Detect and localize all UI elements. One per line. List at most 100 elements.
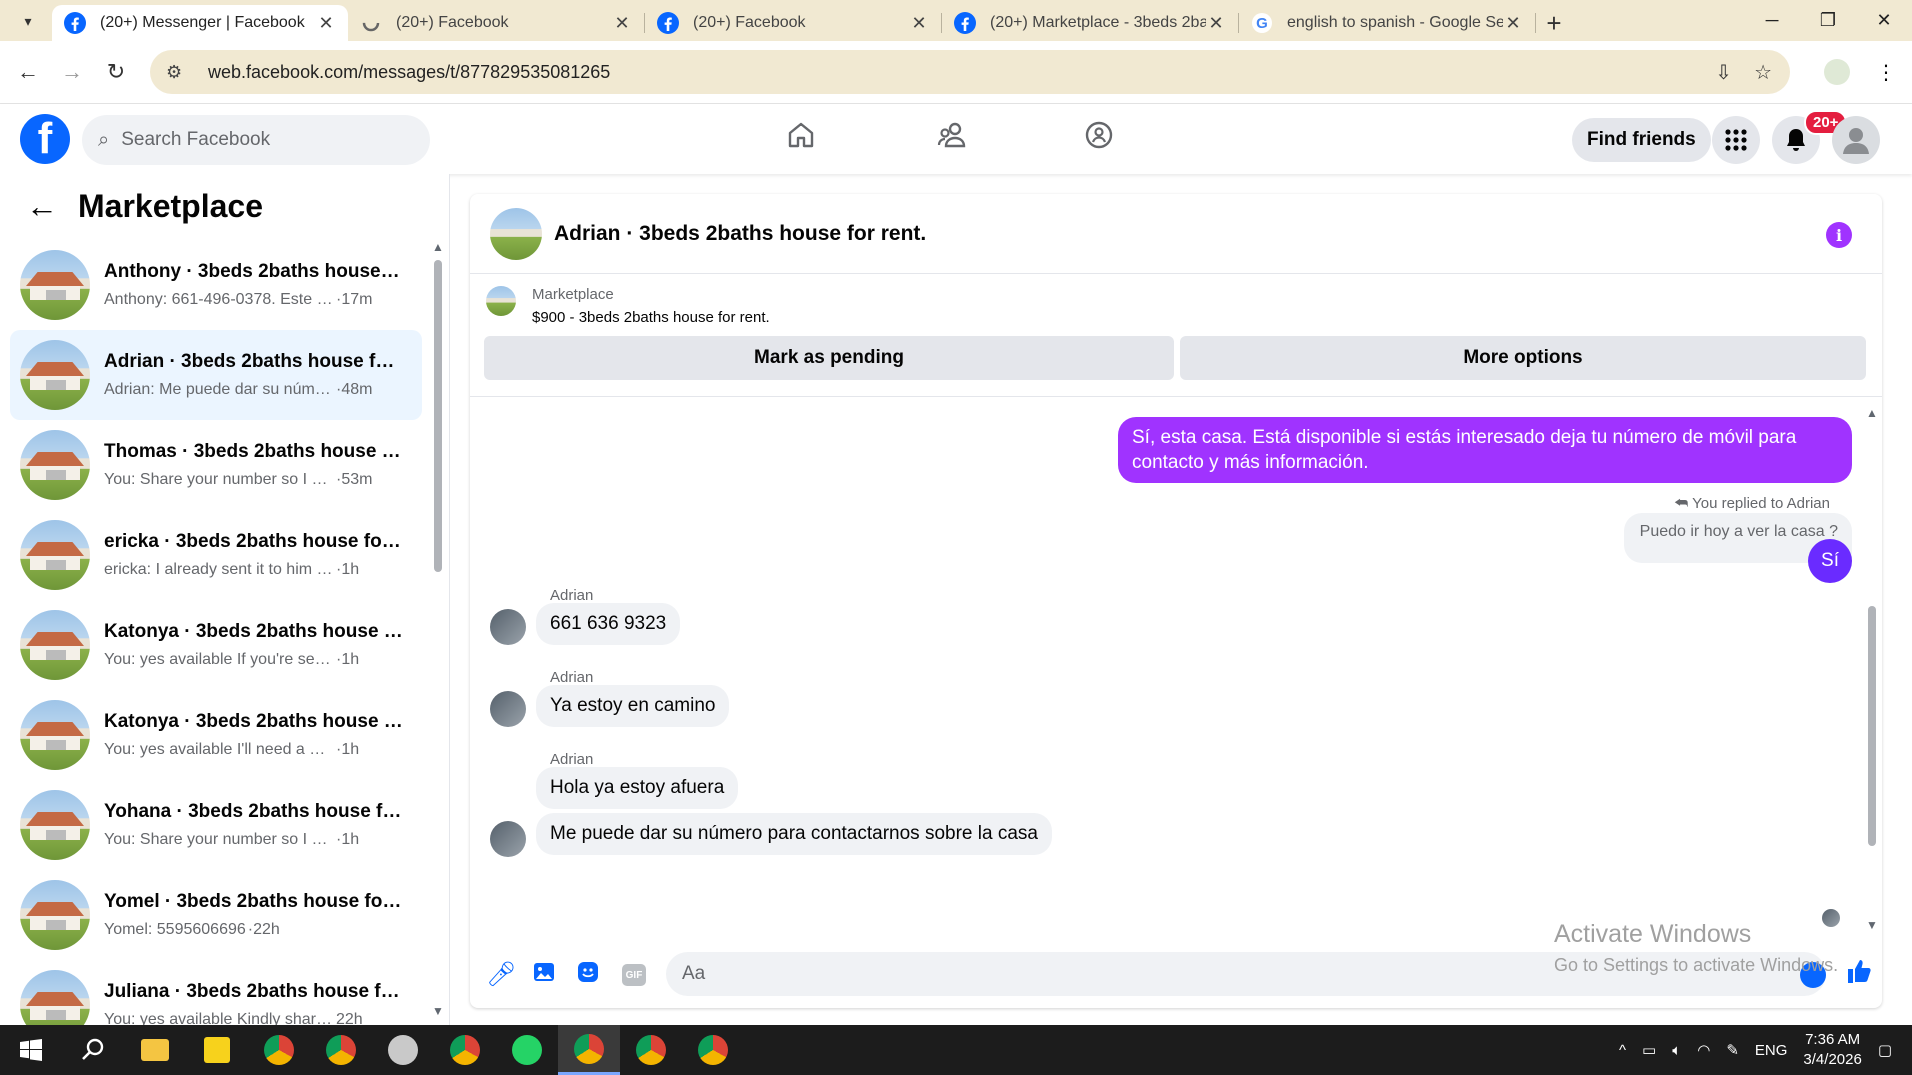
tab-close-icon[interactable]: ✕ [612, 13, 632, 34]
chrome-profile-icon[interactable] [682, 1025, 744, 1075]
thumbs-up-icon[interactable] [1844, 956, 1874, 986]
tab-close-icon[interactable]: ✕ [1206, 13, 1226, 34]
photo-icon[interactable] [532, 960, 556, 984]
tab-close-icon[interactable]: ✕ [316, 13, 336, 34]
mark-as-pending-button[interactable]: Mark as pending [484, 336, 1174, 380]
chrome-profile-icon[interactable] [434, 1025, 496, 1075]
language-indicator[interactable]: ENG [1755, 1042, 1788, 1059]
conversation-scrollbar[interactable]: ▲ ▼ [432, 240, 444, 1018]
friends-icon[interactable] [936, 120, 968, 150]
conversation-name: Anthony · 3beds 2baths house f... [104, 261, 404, 282]
info-icon[interactable]: i [1826, 222, 1852, 248]
tab-messenger[interactable]: (20+) Messenger | Facebook ✕ [52, 5, 348, 41]
scroll-down-arrow-icon[interactable]: ▼ [1866, 918, 1878, 932]
conversation-item[interactable]: Katonya · 3beds 2baths house f... You: ye… [10, 690, 422, 780]
whatsapp-icon[interactable] [496, 1025, 558, 1075]
listing-title[interactable]: $900 - 3beds 2baths house for rent. [532, 309, 770, 326]
search-placeholder: Search Facebook [121, 129, 271, 150]
conversation-text: Juliana · 3beds 2baths house for... You: … [104, 981, 422, 1029]
close-window-icon[interactable]: ✕ [1856, 0, 1912, 40]
minimize-icon[interactable]: ─ [1744, 0, 1800, 40]
conversation-item[interactable]: Yomel · 3beds 2baths house for ... Yomel:… [10, 870, 422, 960]
scroll-up-arrow-icon[interactable]: ▲ [1866, 406, 1878, 420]
menu-grid-icon[interactable] [1712, 116, 1760, 164]
profile-avatar-icon[interactable] [1824, 59, 1850, 85]
volume-icon[interactable]: 🔈︎ [1672, 1042, 1681, 1059]
sender-avatar[interactable] [490, 821, 526, 857]
tab-marketplace[interactable]: (20+) Marketplace - 3beds 2ba ✕ [942, 5, 1238, 41]
microphone-icon[interactable]: 🎤︎ [486, 960, 516, 989]
incoming-message[interactable]: Me puede dar su número para contactarnos… [536, 813, 1052, 855]
thread-scrollbar[interactable]: ▲ ▼ [1866, 406, 1878, 932]
new-tab-plus-icon[interactable]: + [1536, 5, 1572, 41]
notification-center-icon[interactable]: ▢ [1878, 1041, 1892, 1059]
incoming-message[interactable]: Ya estoy en camino [536, 685, 730, 727]
url-text: web.facebook.com/messages/t/877829535081… [208, 61, 611, 82]
omnibox-actions: ⇩ ☆ [1715, 60, 1772, 85]
chat-title[interactable]: Adrian · 3beds 2baths house for rent. [554, 222, 926, 246]
file-explorer-icon[interactable] [124, 1025, 186, 1075]
tab-facebook-2[interactable]: (20+) Facebook ✕ [645, 5, 941, 41]
chrome-menu-icon[interactable]: ⋮ [1876, 60, 1896, 85]
facebook-logo-icon[interactable]: f [20, 114, 70, 164]
conversation-time: ·17m [336, 291, 373, 308]
reload-icon[interactable]: ↻ [94, 50, 138, 94]
outgoing-message[interactable]: Sí, esta casa. Está disponible si estás … [1118, 417, 1852, 483]
address-bar[interactable]: ⚙ web.facebook.com/messages/t/8778295350… [150, 50, 1790, 94]
sticky-notes-icon[interactable] [186, 1025, 248, 1075]
scrollbar-thumb[interactable] [1868, 606, 1876, 846]
back-arrow-icon[interactable]: ← [6, 50, 50, 94]
clock-time: 7:36 AM [1805, 1031, 1861, 1048]
conversation-item[interactable]: Yohana · 3beds 2baths house fo... You: Sh… [10, 780, 422, 870]
chrome-profile-icon[interactable] [310, 1025, 372, 1075]
conversation-name: Adrian · 3beds 2baths house for ... [104, 351, 404, 372]
scrollbar-thumb[interactable] [434, 260, 442, 572]
install-app-icon[interactable]: ⇩ [1715, 60, 1732, 85]
facebook-search-input[interactable]: ⌕ Search Facebook [82, 115, 430, 165]
conversation-item[interactable]: Adrian · 3beds 2baths house for ... Adria… [10, 330, 422, 420]
chrome-profile-icon[interactable] [248, 1025, 310, 1075]
gif-icon[interactable]: GIF [622, 964, 646, 986]
search-icon[interactable] [62, 1025, 124, 1075]
incoming-message[interactable]: 661 636 9323 [536, 603, 681, 645]
incoming-message[interactable]: Hola ya estoy afuera [536, 767, 739, 809]
sender-avatar[interactable] [490, 609, 526, 645]
more-options-button[interactable]: More options [1180, 336, 1866, 380]
listing-avatar[interactable] [490, 207, 542, 260]
battery-icon[interactable]: ▭ [1642, 1041, 1656, 1059]
tab-close-icon[interactable]: ✕ [1503, 13, 1523, 34]
scroll-up-arrow-icon[interactable]: ▲ [432, 240, 444, 254]
sender-avatar[interactable] [490, 691, 526, 727]
conversation-item[interactable]: Anthony · 3beds 2baths house f... Anthony… [10, 240, 422, 330]
tab-google[interactable]: G english to spanish - Google Sea ✕ [1239, 5, 1535, 41]
chrome-profile-icon[interactable] [558, 1025, 620, 1075]
back-arrow-icon[interactable]: ← [26, 188, 58, 225]
app-icon[interactable] [372, 1025, 434, 1075]
home-icon[interactable] [786, 120, 816, 150]
groups-icon[interactable] [1084, 120, 1114, 150]
clock[interactable]: 7:36 AM 3/4/2026 [1803, 1030, 1861, 1070]
conversation-item[interactable]: ericka · 3beds 2baths house for ... erick… [10, 510, 422, 600]
tab-facebook-1[interactable]: (20+) Facebook ✕ [348, 5, 644, 41]
tab-search-chevron-icon[interactable]: ▾ [10, 4, 46, 38]
grid-dots-icon [1725, 129, 1747, 151]
conversation-item[interactable]: Thomas · 3beds 2baths house fo... You: Sh… [10, 420, 422, 510]
pen-icon[interactable]: ✎ [1726, 1041, 1739, 1059]
outgoing-reply[interactable]: Sí [1808, 539, 1852, 583]
restore-icon[interactable]: ❐ [1800, 0, 1856, 40]
chrome-profile-icon[interactable] [620, 1025, 682, 1075]
tab-close-icon[interactable]: ✕ [909, 13, 929, 34]
house-garage [46, 650, 66, 660]
bookmark-star-icon[interactable]: ☆ [1754, 60, 1772, 85]
wifi-icon[interactable]: ◠ [1697, 1041, 1710, 1059]
windows-start-icon[interactable] [0, 1025, 62, 1075]
account-avatar[interactable] [1832, 116, 1880, 164]
conversation-item[interactable]: Katonya · 3beds 2baths house f... You: ye… [10, 600, 422, 690]
scroll-down-arrow-icon[interactable]: ▼ [432, 1004, 444, 1018]
tray-chevron-icon[interactable]: ^ [1619, 1042, 1626, 1059]
conversation-text: Katonya · 3beds 2baths house f... You: ye… [104, 621, 422, 669]
sticker-icon[interactable] [576, 960, 600, 984]
forward-arrow-icon[interactable]: → [50, 50, 94, 94]
site-settings-icon[interactable]: ⚙ [166, 62, 196, 83]
find-friends-button[interactable]: Find friends [1572, 118, 1711, 162]
